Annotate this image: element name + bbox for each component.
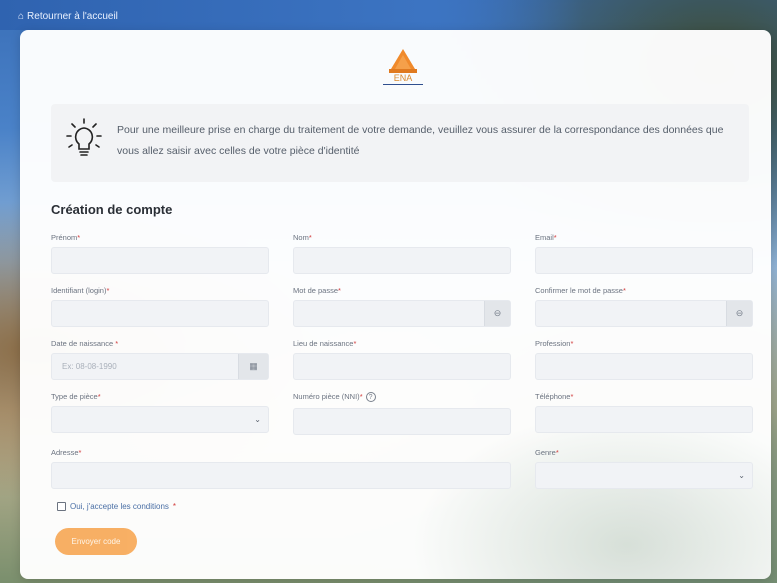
chevron-down-icon: ⌄ <box>738 471 745 480</box>
info-text: Pour une meilleure prise en charge du tr… <box>117 124 724 157</box>
nom-input[interactable] <box>293 247 511 274</box>
telephone-label: Téléphone* <box>535 392 574 401</box>
terms-label: Oui, j'accepte les conditions <box>70 502 169 511</box>
numero-piece-label: Numéro pièce (NNI)*? <box>293 392 376 403</box>
confirmer-label: Confirmer le mot de passe* <box>535 286 626 295</box>
adresse-label: Adresse* <box>51 448 82 457</box>
type-piece-label: Type de pièce* <box>51 392 101 401</box>
logo-text: ENA <box>394 73 413 83</box>
calendar-icon[interactable]: ▦ <box>238 354 268 379</box>
back-link-label: Retourner à l'accueil <box>27 11 118 22</box>
info-notice: Pour une meilleure prise en charge du tr… <box>51 104 749 182</box>
birthdate-input[interactable] <box>51 353 269 380</box>
phone-input[interactable] <box>535 406 753 433</box>
genre-label: Genre* <box>535 448 559 457</box>
eye-icon[interactable]: ⊖ <box>726 301 752 326</box>
top-bar: ⌂ Retourner à l'accueil <box>0 0 777 30</box>
date-naissance-label: Date de naissance * <box>51 339 119 348</box>
profession-label: Profession* <box>535 339 574 348</box>
terms-checkbox-row[interactable]: Oui, j'accepte les conditions * <box>57 502 176 511</box>
birthdate-field: ▦ <box>51 353 269 380</box>
confirm-password-input[interactable] <box>535 300 753 327</box>
terms-required-mark: * <box>172 502 177 511</box>
identifiant-input[interactable] <box>51 300 269 327</box>
confirm-password-field: ⊖ <box>535 300 753 327</box>
prenom-input[interactable] <box>51 247 269 274</box>
email-label: Email* <box>535 233 557 242</box>
ena-logo: ENA <box>383 49 423 85</box>
form-title: Création de compte <box>51 202 173 217</box>
chevron-down-icon: ⌄ <box>254 415 261 424</box>
email-input[interactable] <box>535 247 753 274</box>
gender-select[interactable]: ⌄ <box>535 462 753 489</box>
eye-icon[interactable]: ⊖ <box>484 301 510 326</box>
back-to-home-link[interactable]: ⌂ Retourner à l'accueil <box>18 11 118 22</box>
question-icon[interactable]: ? <box>365 392 376 403</box>
password-field: ⊖ <box>293 300 511 327</box>
submit-button[interactable]: Envoyer code <box>55 528 137 555</box>
id-number-input[interactable] <box>293 408 511 435</box>
identifiant-label: Identifiant (login)* <box>51 286 110 295</box>
lightbulb-icon <box>66 118 102 156</box>
address-input[interactable] <box>51 462 511 489</box>
lieu-naissance-label: Lieu de naissance* <box>293 339 357 348</box>
nom-label: Nom* <box>293 233 312 242</box>
birthplace-input[interactable] <box>293 353 511 380</box>
registration-panel: ENA Pour une meilleure prise en charge d… <box>20 30 771 579</box>
id-type-value <box>51 406 269 433</box>
terms-checkbox[interactable] <box>57 502 66 511</box>
prenom-label: Prénom* <box>51 233 81 242</box>
profession-input[interactable] <box>535 353 753 380</box>
home-icon: ⌂ <box>18 11 25 22</box>
password-input[interactable] <box>293 300 511 327</box>
id-type-select[interactable]: ⌄ <box>51 406 269 433</box>
gender-value <box>535 462 753 489</box>
mot-de-passe-label: Mot de passe* <box>293 286 341 295</box>
